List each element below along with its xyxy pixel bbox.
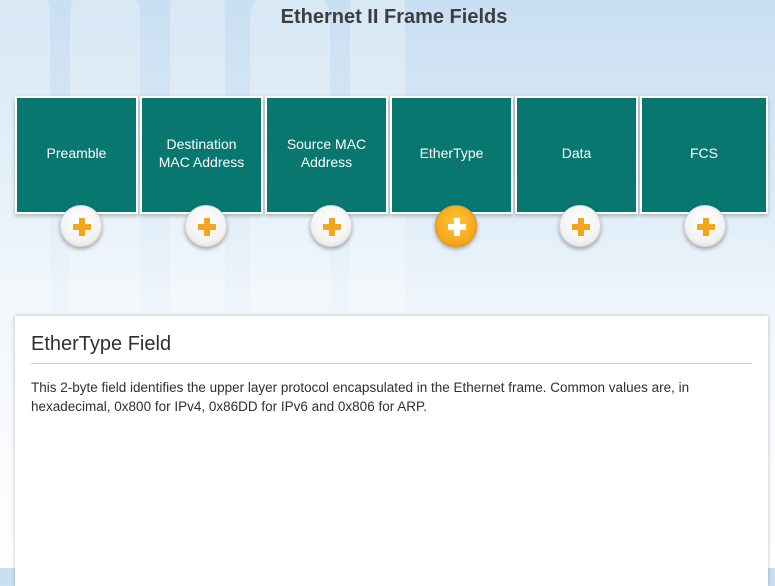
- expand-source-mac-button[interactable]: [310, 205, 352, 247]
- field-destination-mac[interactable]: Destination MAC Address: [140, 96, 263, 214]
- expand-data-button[interactable]: [559, 205, 601, 247]
- info-panel: EtherType Field This 2-byte field identi…: [15, 316, 768, 586]
- field-label: Preamble: [46, 145, 107, 161]
- expand-fcs-button[interactable]: [684, 205, 726, 247]
- page-title: Ethernet II Frame Fields: [280, 6, 508, 28]
- field-label: Destination MAC Address: [158, 136, 245, 170]
- field-data[interactable]: Data: [515, 96, 638, 214]
- plus-icon: [73, 218, 91, 236]
- plus-icon: [448, 218, 466, 236]
- plus-icon: [198, 218, 216, 236]
- field-preamble[interactable]: Preamble: [15, 96, 138, 214]
- field-ethertype[interactable]: EtherType: [390, 96, 513, 214]
- expand-destination-mac-button[interactable]: [185, 205, 227, 247]
- field-label: Source MAC Address: [286, 136, 367, 170]
- field-source-mac[interactable]: Source MAC Address: [265, 96, 388, 214]
- plus-icon: [697, 218, 715, 236]
- info-panel-title: EtherType Field: [31, 332, 752, 364]
- plus-icon: [572, 218, 590, 236]
- field-label: EtherType: [419, 145, 484, 161]
- field-label: Data: [561, 145, 592, 161]
- plus-icon: [323, 218, 341, 236]
- info-panel-body: This 2-byte field identifies the upper l…: [31, 380, 690, 414]
- expand-preamble-button[interactable]: [60, 205, 102, 247]
- field-fcs[interactable]: FCS: [640, 96, 768, 214]
- frame-fields-row: Preamble Destination MAC Address Source …: [15, 96, 768, 216]
- field-label: FCS: [690, 145, 718, 161]
- expand-ethertype-button[interactable]: [435, 205, 477, 247]
